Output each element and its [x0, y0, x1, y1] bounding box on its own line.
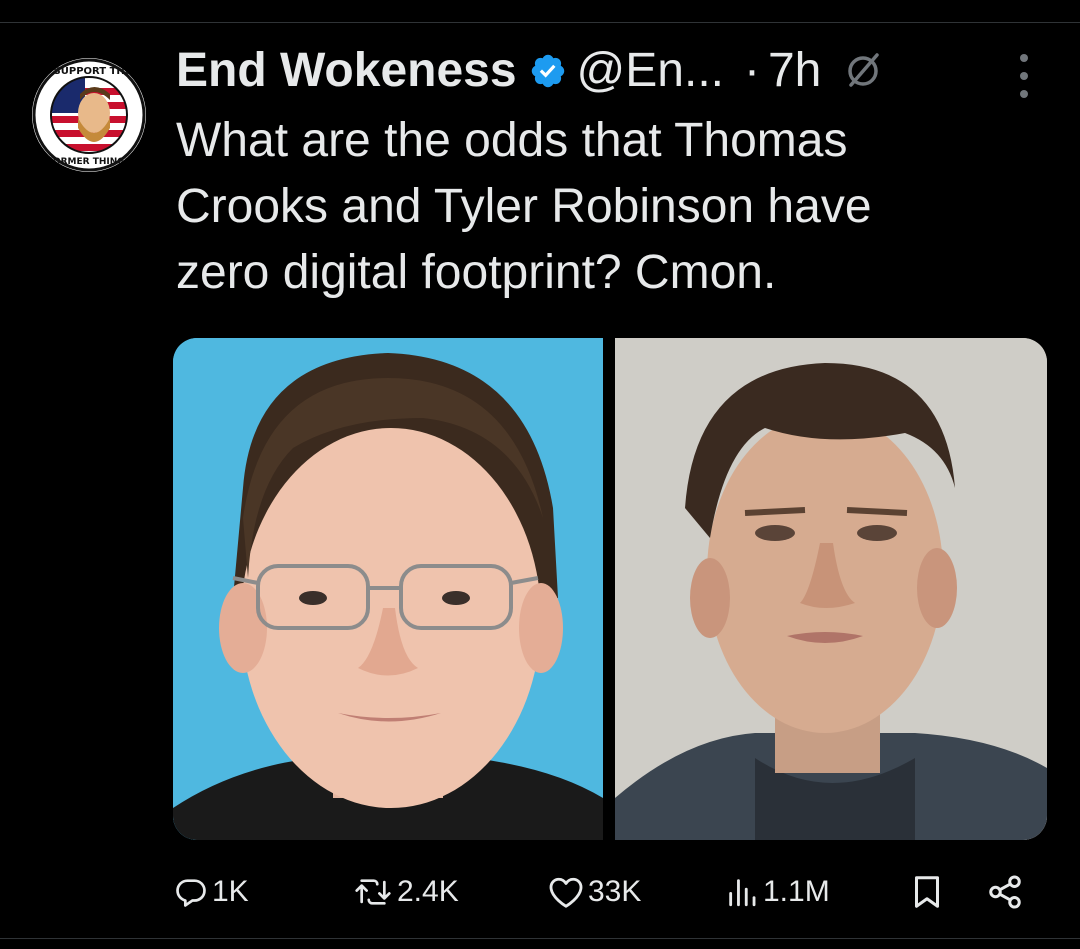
views-bar-chart-icon: [725, 875, 759, 909]
media-photo-left[interactable]: [173, 338, 603, 840]
bottom-divider: [0, 938, 1080, 939]
heart-icon: [548, 875, 584, 909]
tweet-text: What are the odds that Thomas Crooks and…: [176, 114, 872, 299]
avatar-logo: I SUPPORT THE FORMER THINGS: [32, 58, 146, 172]
like-count: 33K: [588, 875, 642, 908]
media-photo-right[interactable]: [615, 338, 1047, 840]
tweet[interactable]: I SUPPORT THE FORMER THINGS End Wokeness…: [0, 0, 1080, 949]
verified-badge-icon[interactable]: [529, 52, 567, 90]
views-count: 1.1M: [763, 875, 830, 908]
grok-icon[interactable]: [843, 51, 883, 91]
separator-dot: ·: [744, 44, 760, 97]
retweet-button[interactable]: 2.4K: [353, 862, 459, 922]
tweet-header: End Wokeness @En... · 7h: [176, 40, 883, 102]
share-button[interactable]: [986, 862, 1024, 922]
reply-count: 1K: [212, 875, 249, 908]
bookmark-button[interactable]: [912, 862, 942, 922]
share-icon: [986, 873, 1024, 911]
top-divider: [0, 22, 1080, 23]
bookmark-icon: [912, 874, 942, 910]
avatar-top-text: I SUPPORT THE: [46, 66, 131, 77]
timestamp[interactable]: 7h: [768, 40, 821, 102]
more-dots-icon[interactable]: [1012, 54, 1036, 98]
like-button[interactable]: 33K: [548, 862, 641, 922]
handle[interactable]: @En...: [577, 40, 724, 102]
views-button[interactable]: 1.1M: [725, 862, 830, 922]
retweet-count: 2.4K: [397, 875, 459, 908]
avatar[interactable]: I SUPPORT THE FORMER THINGS: [32, 58, 146, 172]
action-bar: 1K 2.4K 33K 1.1M: [0, 862, 1080, 922]
retweet-icon: [353, 875, 393, 909]
reply-icon: [174, 875, 208, 909]
avatar-bottom-text: FORMER THINGS: [47, 157, 131, 167]
tweet-media[interactable]: [173, 338, 1047, 840]
reply-button[interactable]: 1K: [174, 862, 249, 922]
display-name[interactable]: End Wokeness: [176, 40, 517, 102]
